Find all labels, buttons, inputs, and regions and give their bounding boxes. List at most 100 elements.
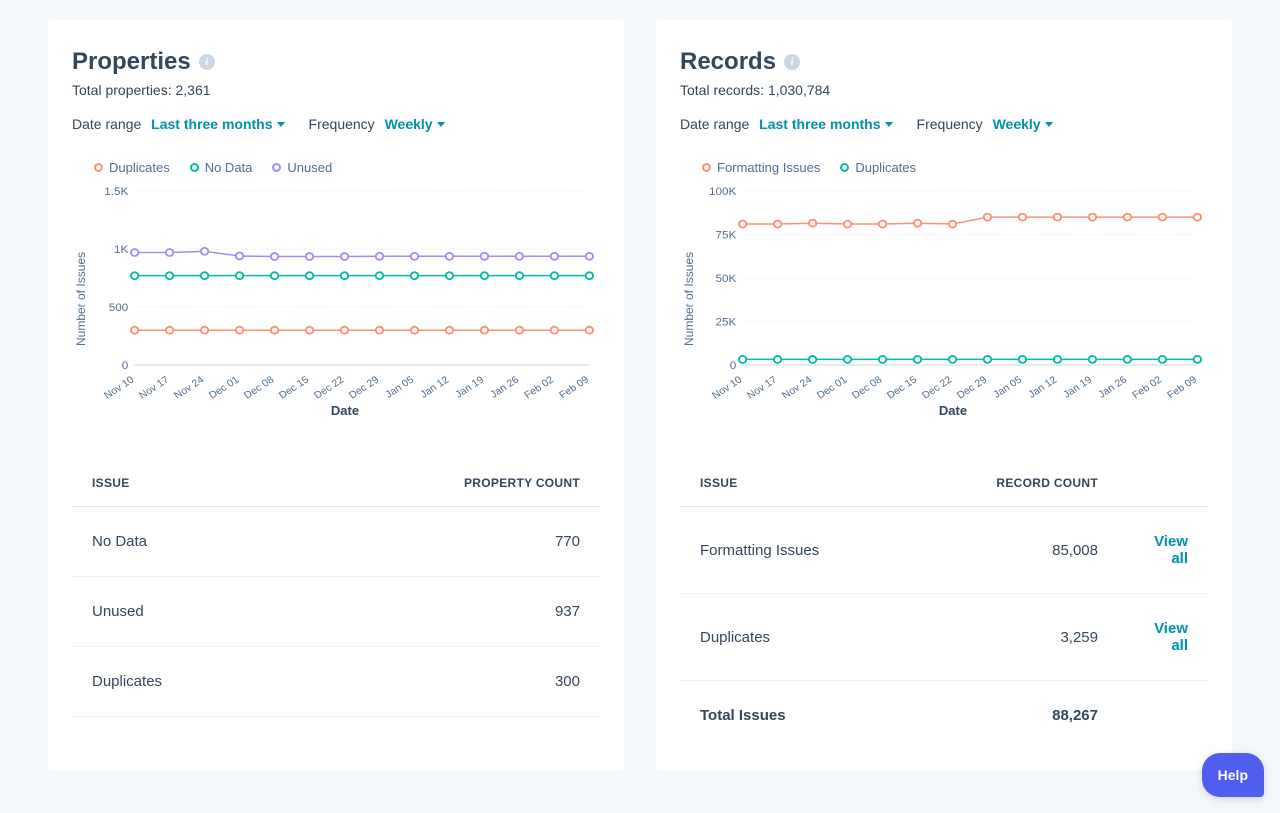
table-row: Unused937 xyxy=(72,577,600,647)
svg-text:Nov 10: Nov 10 xyxy=(710,375,744,399)
svg-text:Dec 01: Dec 01 xyxy=(207,375,241,399)
total-value: 88,267 xyxy=(912,681,1118,751)
table-row: Duplicates3,259View all xyxy=(680,594,1208,681)
info-icon[interactable]: i xyxy=(199,54,215,70)
date-range-select[interactable]: Last three months xyxy=(759,116,892,132)
col-count: PROPERTY COUNT xyxy=(290,466,600,507)
svg-text:500: 500 xyxy=(109,302,128,314)
help-button[interactable]: Help xyxy=(1202,753,1264,797)
legend-item[interactable]: No Data xyxy=(190,160,253,175)
properties-legend: Duplicates No Data Unused xyxy=(72,160,600,175)
svg-text:0: 0 xyxy=(730,360,737,372)
svg-text:Jan 19: Jan 19 xyxy=(1062,374,1095,399)
legend-item[interactable]: Unused xyxy=(272,160,332,175)
legend-item[interactable]: Duplicates xyxy=(840,160,916,175)
svg-text:Dec 01: Dec 01 xyxy=(815,375,849,399)
view-all-link[interactable]: View all xyxy=(1118,594,1208,681)
chevron-down-icon xyxy=(1045,122,1053,127)
properties-sub-value: 2,361 xyxy=(176,82,211,98)
svg-text:Nov 24: Nov 24 xyxy=(780,375,814,399)
legend-label: Formatting Issues xyxy=(717,160,820,175)
svg-text:Feb 09: Feb 09 xyxy=(1166,374,1200,399)
svg-text:Dec 29: Dec 29 xyxy=(347,375,381,399)
records-sub-prefix: Total records: xyxy=(680,82,768,98)
svg-text:Nov 17: Nov 17 xyxy=(745,375,779,399)
info-icon[interactable]: i xyxy=(784,54,800,70)
frequency-select[interactable]: Weekly xyxy=(385,116,445,132)
svg-text:Dec 29: Dec 29 xyxy=(955,375,989,399)
svg-text:Jan 26: Jan 26 xyxy=(489,374,522,399)
date-range-control: Date range Last three months xyxy=(680,116,893,132)
properties-sub-prefix: Total properties: xyxy=(72,82,176,98)
legend-item[interactable]: Formatting Issues xyxy=(702,160,820,175)
records-chart-svg: 025K50K75K100KNov 10Nov 17Nov 24Dec 01De… xyxy=(698,179,1208,399)
properties-table: ISSUE PROPERTY COUNT No Data770Unused937… xyxy=(72,466,600,717)
records-sub-value: 1,030,784 xyxy=(768,82,830,98)
frequency-select[interactable]: Weekly xyxy=(993,116,1053,132)
svg-text:1.5K: 1.5K xyxy=(104,186,128,198)
legend-label: Unused xyxy=(287,160,332,175)
col-count: RECORD COUNT xyxy=(912,466,1118,507)
col-issue: ISSUE xyxy=(680,466,912,507)
total-label: Total Issues xyxy=(680,681,912,751)
records-legend: Formatting Issues Duplicates xyxy=(680,160,1208,175)
svg-text:Jan 05: Jan 05 xyxy=(384,374,417,399)
issue-label: Duplicates xyxy=(72,647,290,717)
y-axis-label: Number of Issues xyxy=(680,179,698,418)
date-range-value: Last three months xyxy=(759,116,880,132)
date-range-select[interactable]: Last three months xyxy=(151,116,284,132)
issue-count: 937 xyxy=(290,577,600,647)
issue-label: Unused xyxy=(72,577,290,647)
svg-text:Dec 22: Dec 22 xyxy=(920,375,954,399)
legend-dot-icon xyxy=(272,163,281,172)
legend-dot-icon xyxy=(190,163,199,172)
date-range-value: Last three months xyxy=(151,116,272,132)
table-row: Duplicates300 xyxy=(72,647,600,717)
records-chart: Number of Issues 025K50K75K100KNov 10Nov… xyxy=(680,179,1208,418)
frequency-control: Frequency Weekly xyxy=(917,116,1053,132)
legend-label: Duplicates xyxy=(855,160,916,175)
chevron-down-icon xyxy=(885,122,893,127)
legend-dot-icon xyxy=(840,163,849,172)
records-table: ISSUE RECORD COUNT Formatting Issues85,0… xyxy=(680,466,1208,750)
svg-text:Jan 05: Jan 05 xyxy=(992,374,1025,399)
svg-text:Jan 19: Jan 19 xyxy=(454,374,487,399)
x-axis-label: Date xyxy=(90,403,600,418)
svg-text:Dec 08: Dec 08 xyxy=(242,375,276,399)
svg-text:Dec 15: Dec 15 xyxy=(277,375,311,399)
svg-text:75K: 75K xyxy=(715,230,736,242)
date-range-label: Date range xyxy=(72,116,141,132)
legend-dot-icon xyxy=(94,163,103,172)
records-header: Records i Total records: 1,030,784 Date … xyxy=(680,48,1208,132)
y-axis-label: Number of Issues xyxy=(72,179,90,418)
svg-text:Dec 22: Dec 22 xyxy=(312,375,346,399)
properties-chart-svg: 05001K1.5KNov 10Nov 17Nov 24Dec 01Dec 08… xyxy=(90,179,600,399)
chevron-down-icon xyxy=(277,122,285,127)
issue-label: No Data xyxy=(72,507,290,577)
frequency-value: Weekly xyxy=(385,116,433,132)
svg-text:Nov 17: Nov 17 xyxy=(137,375,171,399)
chevron-down-icon xyxy=(437,122,445,127)
svg-text:Feb 09: Feb 09 xyxy=(558,374,592,399)
view-all-link[interactable]: View all xyxy=(1118,507,1208,594)
date-range-control: Date range Last three months xyxy=(72,116,285,132)
svg-text:Jan 12: Jan 12 xyxy=(419,374,452,399)
properties-card: Properties i Total properties: 2,361 Dat… xyxy=(48,20,624,770)
svg-text:Feb 02: Feb 02 xyxy=(1131,374,1165,399)
issue-label: Formatting Issues xyxy=(680,507,912,594)
issue-count: 770 xyxy=(290,507,600,577)
help-label: Help xyxy=(1218,767,1248,783)
legend-item[interactable]: Duplicates xyxy=(94,160,170,175)
records-title: Records xyxy=(680,48,776,76)
issue-count: 3,259 xyxy=(912,594,1118,681)
x-axis-label: Date xyxy=(698,403,1208,418)
legend-label: Duplicates xyxy=(109,160,170,175)
issue-count: 85,008 xyxy=(912,507,1118,594)
properties-title: Properties xyxy=(72,48,191,76)
frequency-label: Frequency xyxy=(309,116,375,132)
issue-label: Duplicates xyxy=(680,594,912,681)
svg-text:1K: 1K xyxy=(114,244,129,256)
svg-text:100K: 100K xyxy=(709,186,737,198)
svg-text:Nov 24: Nov 24 xyxy=(172,375,206,399)
svg-text:Jan 12: Jan 12 xyxy=(1027,374,1060,399)
